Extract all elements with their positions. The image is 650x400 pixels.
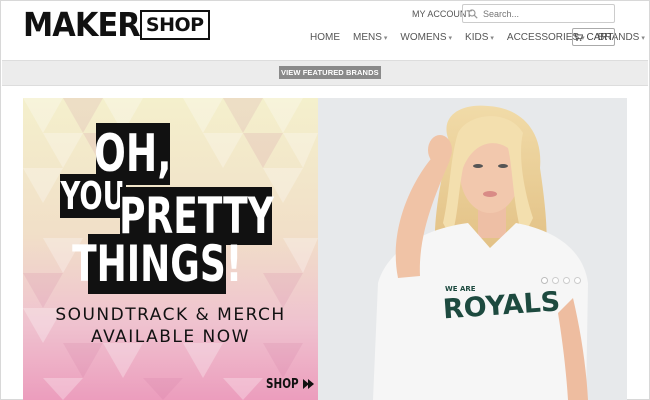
nav-kids-label: KIDS [465, 32, 489, 43]
nav-accessories-label: ACCESSORIES [506, 32, 580, 43]
nav-kids[interactable]: KIDS ▾ [465, 32, 494, 43]
nav-home-label: HOME [310, 32, 340, 43]
chevron-down-icon: ▾ [383, 35, 388, 42]
hero-slider[interactable]: OH, YOU PRETTY THINGS! SOUNDTRACK & MERC… [23, 98, 627, 400]
search-input[interactable] [483, 8, 613, 19]
hero-shop-link[interactable]: SHOP [266, 377, 315, 392]
search-icon [468, 8, 478, 19]
search-box[interactable] [462, 4, 615, 23]
view-featured-brands-button[interactable]: VIEW FEATURED BRANDS [279, 66, 381, 79]
play-arrows-icon [303, 379, 315, 389]
headline-things: THINGS! [71, 234, 243, 294]
shop-label: SHOP [266, 377, 299, 392]
chevron-down-icon: ▾ [641, 35, 645, 42]
logo-word: MAKER [23, 5, 141, 44]
nav-mens[interactable]: MENS ▾ [353, 32, 387, 43]
hero-model-photo: WE ARE ROYALS [318, 98, 627, 400]
nav-womens[interactable]: WOMENS ▾ [400, 32, 452, 43]
cart-label: CART [586, 31, 614, 43]
nav-mens-label: MENS [353, 32, 382, 43]
slider-dots [541, 277, 585, 284]
chevron-down-icon: ▾ [490, 35, 494, 42]
slider-dot-1[interactable] [541, 277, 548, 284]
hero-subhead-line2: AVAILABLE NOW [91, 327, 250, 347]
headline-you: YOU [60, 174, 126, 218]
nav-womens-label: WOMENS [400, 32, 447, 43]
featured-bar: VIEW FEATURED BRANDS [2, 60, 648, 86]
site-logo[interactable]: MAKER SHOP [23, 8, 210, 42]
nav-home[interactable]: HOME [310, 32, 340, 43]
slider-dot-2[interactable] [552, 277, 559, 284]
slider-dot-4[interactable] [574, 277, 581, 284]
cart-icon [573, 33, 584, 41]
model-illustration: WE ARE ROYALS [318, 98, 627, 400]
slider-dot-3[interactable] [563, 277, 570, 284]
cart-button[interactable]: CART [572, 28, 615, 46]
logo-box: SHOP [139, 10, 210, 40]
hero-subhead-line1: SOUNDTRACK & MERCH [55, 305, 286, 325]
chevron-down-icon: ▾ [448, 35, 453, 42]
hero-promo-panel[interactable]: OH, YOU PRETTY THINGS! SOUNDTRACK & MERC… [23, 98, 318, 400]
